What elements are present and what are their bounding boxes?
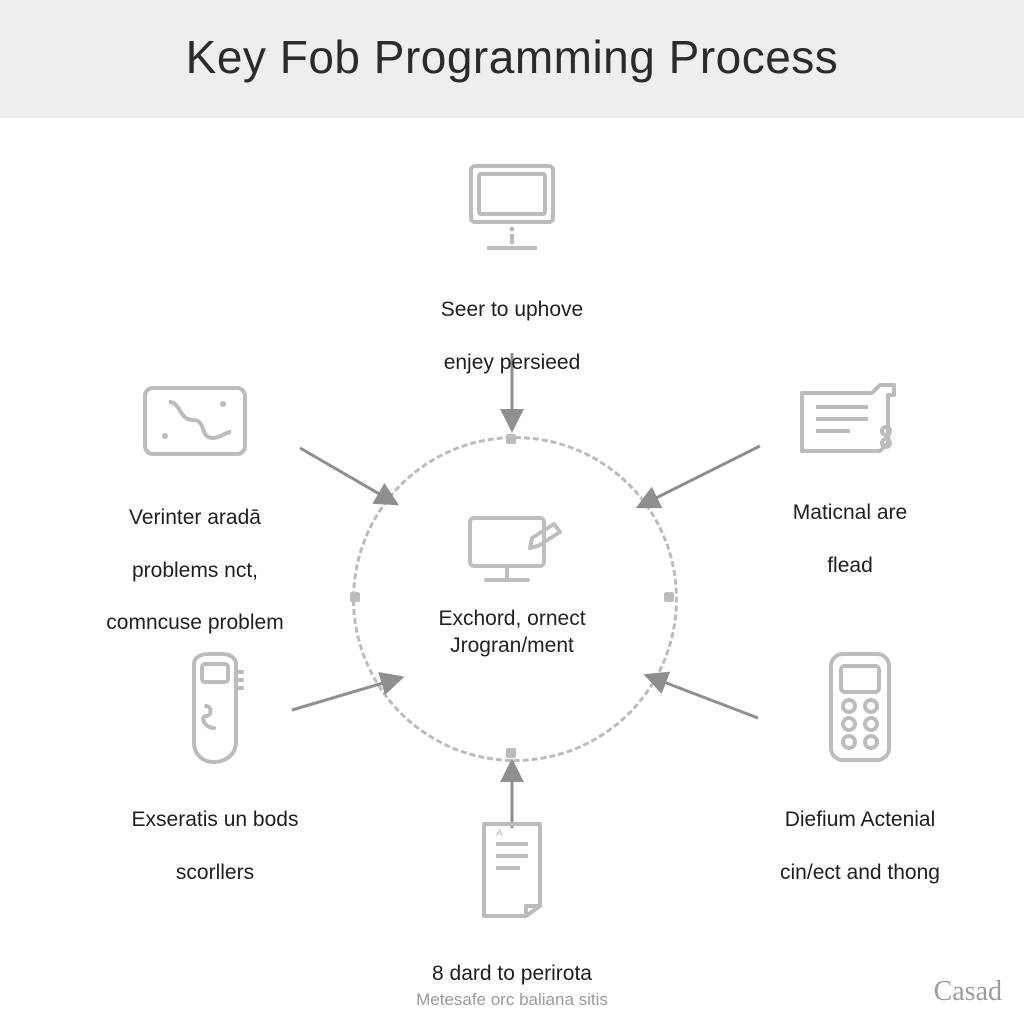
- node-left-upper: Verinter aradā problems nct, comncuse pr…: [70, 378, 320, 637]
- scanner-device-icon: [817, 648, 903, 768]
- brand-watermark: Casad: [934, 976, 1002, 1008]
- node-bottom-sub: Metesafe orc baliana sitis: [380, 990, 644, 1010]
- center-line2: Jrogran/ment: [450, 634, 574, 657]
- node-left-lower-label: Exseratis un bods scorllers: [100, 781, 330, 886]
- svg-text:A: A: [496, 828, 503, 839]
- center-node: Exchord, ornect Jrogran/ment: [400, 508, 624, 660]
- paper-note-icon: A: [470, 818, 554, 922]
- node-bottom: A 8 dard to perirota Metesafe orc balian…: [380, 818, 644, 1010]
- monitor-pencil-icon: [452, 508, 572, 600]
- node-left-lower: Exseratis un bods scorllers: [100, 648, 330, 886]
- node-top: Seer to uphove enjey persieed: [400, 158, 624, 376]
- node-right-upper-label: Maticnal are flead: [740, 474, 960, 579]
- page-header: Key Fob Programming Process: [0, 0, 1024, 118]
- map-tablet-icon: [135, 378, 255, 466]
- node-right-upper: Maticnal are flead: [740, 373, 960, 579]
- node-top-label: Seer to uphove enjey persieed: [400, 271, 624, 376]
- node-right-lower-label: Diefium Actenial cin/ect and thong: [740, 781, 980, 886]
- center-line1: Exchord, ornect: [438, 607, 585, 630]
- node-bottom-label: 8 dard to perirota: [380, 935, 644, 988]
- node-right-lower: Diefium Actenial cin/ect and thong: [740, 648, 980, 886]
- node-left-upper-label: Verinter aradā problems nct, comncuse pr…: [70, 479, 320, 637]
- key-fob-icon: [170, 648, 260, 768]
- page-title: Key Fob Programming Process: [0, 30, 1024, 84]
- diagram-stage: Exchord, ornect Jrogran/ment Seer to uph…: [0, 118, 1024, 1018]
- document-folder-icon: [790, 373, 910, 461]
- monitor-icon: [457, 158, 567, 258]
- center-label: Exchord, ornect Jrogran/ment: [400, 605, 624, 660]
